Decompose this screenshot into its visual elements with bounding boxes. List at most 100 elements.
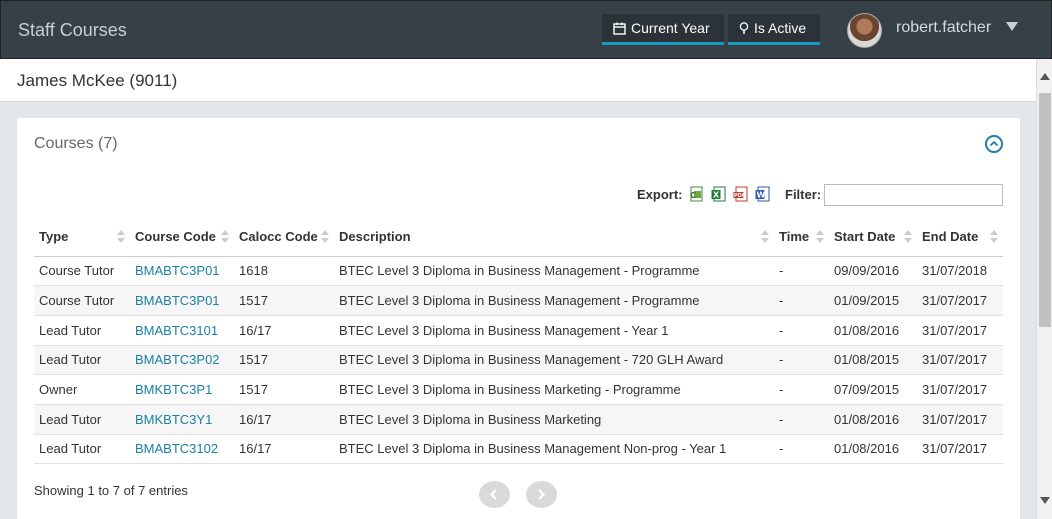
current-year-toggle[interactable]: Current Year (602, 14, 724, 45)
export-label: Export: (637, 187, 683, 202)
column-header-label: End Date (922, 228, 979, 244)
table-cell: Owner (34, 374, 130, 405)
column-header[interactable]: Time (774, 217, 829, 257)
table-cell: 1618 (234, 256, 334, 287)
table-cell: - (774, 256, 829, 287)
svg-text:C: C (690, 191, 696, 200)
courses-table: Type Course Code Calocc Code Description… (34, 217, 1003, 465)
table-cell: BTEC Level 3 Diploma in Business Managem… (334, 256, 774, 287)
table-cell: BMKBTC3Y1 (130, 404, 234, 435)
table-cell: - (774, 345, 829, 376)
course-code-link[interactable]: BMABTC3102 (135, 441, 218, 456)
table-cell: 01/08/2016 (829, 434, 917, 465)
collapse-panel-icon[interactable] (985, 135, 1003, 153)
column-header-label: Description (339, 228, 411, 244)
column-header[interactable]: Start Date (829, 217, 917, 257)
column-header[interactable]: End Date (917, 217, 1003, 257)
table-cell: - (774, 374, 829, 405)
table-cell: BTEC Level 3 Diploma in Business Managem… (334, 345, 774, 376)
table-cell: BMKBTC3P1 (130, 374, 234, 405)
course-code-link[interactable]: BMKBTC3P1 (135, 382, 212, 397)
table-cell: 31/07/2018 (917, 256, 1003, 287)
pdf-icon[interactable]: PDF (733, 186, 749, 202)
table-cell: 16/17 (234, 434, 334, 465)
vertical-scrollbar[interactable] (1036, 59, 1052, 519)
table-row: Lead Tutor BMABTC3102 16/17 BTEC Level 3 Di… (34, 434, 1003, 465)
course-code-link[interactable]: BMABTC3P01 (135, 263, 220, 278)
column-header[interactable]: Type (34, 217, 130, 257)
chevron-down-icon[interactable] (1006, 22, 1018, 31)
table-cell: - (774, 434, 829, 465)
table-cell: BMABTC3P01 (130, 285, 234, 316)
table-cell: BMABTC3P02 (130, 345, 234, 376)
table-cell: 31/07/2017 (917, 285, 1003, 316)
scroll-down-arrow[interactable] (1040, 497, 1050, 504)
courses-panel: Courses (7) Export: C X PDF W Filter: Ty… (17, 118, 1020, 519)
current-year-label: Current Year (631, 20, 710, 36)
course-code-link[interactable]: BMABTC3P01 (135, 293, 220, 308)
column-header[interactable]: Course Code (130, 217, 234, 257)
table-cell: 1517 (234, 285, 334, 316)
sort-icon (761, 230, 769, 243)
course-code-link[interactable]: BMKBTC3Y1 (135, 412, 212, 427)
table-row: Course Tutor BMABTC3P01 1618 BTEC Level 3 D… (34, 256, 1003, 287)
table-cell: 01/08/2016 (829, 315, 917, 346)
column-header[interactable]: Calocc Code (234, 217, 334, 257)
table-row: Lead Tutor BMKBTC3Y1 16/17 BTEC Level 3 Dip… (34, 404, 1003, 435)
table-cell: BTEC Level 3 Diploma in Business Marketi… (334, 374, 774, 405)
table-cell: Lead Tutor (34, 404, 130, 435)
word-icon[interactable]: W (755, 186, 771, 202)
table-cell: 31/07/2017 (917, 345, 1003, 376)
sort-icon (221, 230, 229, 243)
table-cell: Course Tutor (34, 256, 130, 287)
sort-icon (816, 230, 824, 243)
chevron-right-icon (538, 489, 546, 500)
sort-icon (117, 230, 125, 243)
is-active-toggle[interactable]: Is Active (728, 14, 820, 45)
next-page-button[interactable] (526, 481, 557, 508)
staff-name: James McKee (9011) (17, 71, 178, 90)
table-cell: 01/08/2016 (829, 404, 917, 435)
table-cell: BMABTC3P01 (130, 256, 234, 287)
table-row: Lead Tutor BMABTC3101 16/17 BTEC Level 3 Di… (34, 315, 1003, 346)
table-row: Owner BMKBTC3P1 1517 BTEC Level 3 Diploma i… (34, 374, 1003, 405)
lightbulb-icon (739, 16, 749, 45)
column-header-label: Time (779, 228, 810, 244)
filter-input[interactable] (824, 184, 1003, 206)
table-cell: BTEC Level 3 Diploma in Business Managem… (334, 285, 774, 316)
column-header-label: Start Date (834, 228, 896, 244)
table-cell: 09/09/2016 (829, 256, 917, 287)
table-cell: - (774, 404, 829, 435)
table-cell: 1517 (234, 374, 334, 405)
table-cell: BMABTC3102 (130, 434, 234, 465)
scroll-up-arrow[interactable] (1040, 73, 1050, 80)
table-cell: - (774, 315, 829, 346)
user-avatar[interactable] (847, 13, 882, 48)
course-code-link[interactable]: BMABTC3P02 (135, 352, 220, 367)
table-header-row: Type Course Code Calocc Code Description… (34, 217, 1003, 257)
table-cell: 01/09/2015 (829, 285, 917, 316)
table-cell: Lead Tutor (34, 434, 130, 465)
chevron-left-icon (489, 489, 497, 500)
csv-icon[interactable]: C (689, 186, 705, 202)
column-header-label: Type (39, 228, 69, 244)
scroll-thumb[interactable] (1039, 93, 1051, 327)
svg-text:W: W (757, 191, 766, 200)
course-code-link[interactable]: BMABTC3101 (135, 323, 218, 338)
column-header-label: Course Code (135, 228, 216, 244)
filter-label: Filter: (785, 187, 822, 202)
svg-text:X: X (713, 191, 720, 200)
staff-header: James McKee (9011) (0, 59, 1036, 102)
top-bar: Staff Courses Current Year Is Active rob… (0, 0, 1052, 59)
is-active-label: Is Active (754, 20, 807, 36)
previous-page-button[interactable] (479, 481, 510, 508)
table-cell: Lead Tutor (34, 315, 130, 346)
table-cell: BTEC Level 3 Diploma in Business Managem… (334, 315, 774, 346)
excel-icon[interactable]: X (711, 186, 727, 202)
table-cell: 31/07/2017 (917, 315, 1003, 346)
table-row: Course Tutor BMABTC3P01 1517 BTEC Level 3 D… (34, 285, 1003, 316)
username-menu[interactable]: robert.fatcher (896, 19, 991, 37)
svg-text:PDF: PDF (734, 193, 745, 199)
column-header[interactable]: Description (334, 217, 774, 257)
table-cell: BTEC Level 3 Diploma in Business Managem… (334, 434, 774, 465)
